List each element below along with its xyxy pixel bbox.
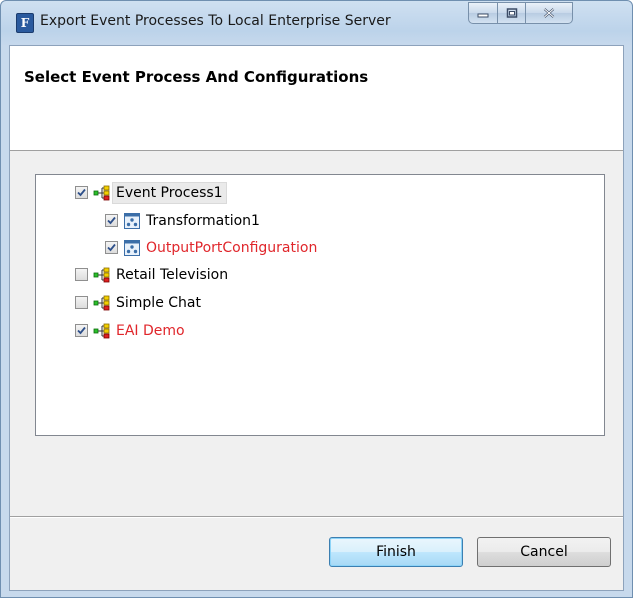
tree-item-label-wrap: Simple Chat: [112, 292, 205, 314]
window-controls: [468, 2, 626, 26]
title-bar[interactable]: F Export Event Processes To Local Enterp…: [1, 1, 632, 45]
tree-item-checkbox[interactable]: [75, 296, 88, 309]
tree-item-label-wrap: Transformation1: [142, 210, 264, 232]
tree-item-label: Transformation1: [146, 213, 260, 229]
checkmark-icon: [107, 216, 116, 225]
checkmark-icon: [107, 243, 116, 252]
event-process-icon: [93, 295, 110, 311]
tree-item-label-wrap: OutputPortConfiguration: [142, 237, 321, 259]
close-icon: [543, 8, 555, 18]
app-icon: F: [16, 13, 34, 33]
tree-item-label: Event Process1: [116, 185, 223, 201]
finish-button[interactable]: Finish: [329, 537, 463, 567]
tree-item-label: OutputPortConfiguration: [146, 240, 318, 256]
wizard-header: Select Event Process And Configurations: [10, 46, 623, 151]
minimize-button[interactable]: [468, 2, 498, 24]
tree-item-label-wrap: Event Process1: [112, 182, 227, 204]
tree-item-label: Simple Chat: [116, 295, 201, 311]
tree-item-checkbox[interactable]: [75, 268, 88, 281]
export-dialog-window: F Export Event Processes To Local Enterp…: [0, 0, 633, 598]
configuration-icon: [124, 240, 140, 256]
cancel-button[interactable]: Cancel: [477, 537, 611, 567]
tree-item-label-wrap: EAI Demo: [112, 320, 189, 342]
tree-item-label: Retail Television: [116, 267, 229, 283]
page-title: Select Event Process And Configurations: [24, 68, 369, 86]
close-button[interactable]: [525, 2, 573, 24]
maximize-button[interactable]: [497, 2, 526, 24]
tree-item-checkbox[interactable]: [75, 186, 88, 199]
configuration-icon: [124, 213, 140, 229]
window-title: Export Event Processes To Local Enterpri…: [40, 13, 391, 29]
checkmark-icon: [77, 326, 86, 335]
checkmark-icon: [77, 188, 86, 197]
tree-item-label-wrap: Retail Television: [112, 264, 232, 286]
event-process-icon: [93, 185, 110, 201]
tree-item-checkbox[interactable]: [105, 214, 118, 227]
event-process-icon: [93, 323, 110, 339]
minimize-icon: [477, 13, 489, 18]
tree-item-checkbox[interactable]: [105, 241, 118, 254]
maximize-icon: [506, 8, 517, 18]
button-bar-divider: [10, 516, 623, 518]
event-process-tree[interactable]: Event Process1 Transformation1 OutputPor…: [35, 174, 605, 436]
tree-item-checkbox[interactable]: [75, 324, 88, 337]
tree-item-label: EAI Demo: [116, 323, 185, 339]
dialog-content: Select Event Process And Configurations: [9, 45, 624, 591]
event-process-icon: [93, 267, 110, 283]
